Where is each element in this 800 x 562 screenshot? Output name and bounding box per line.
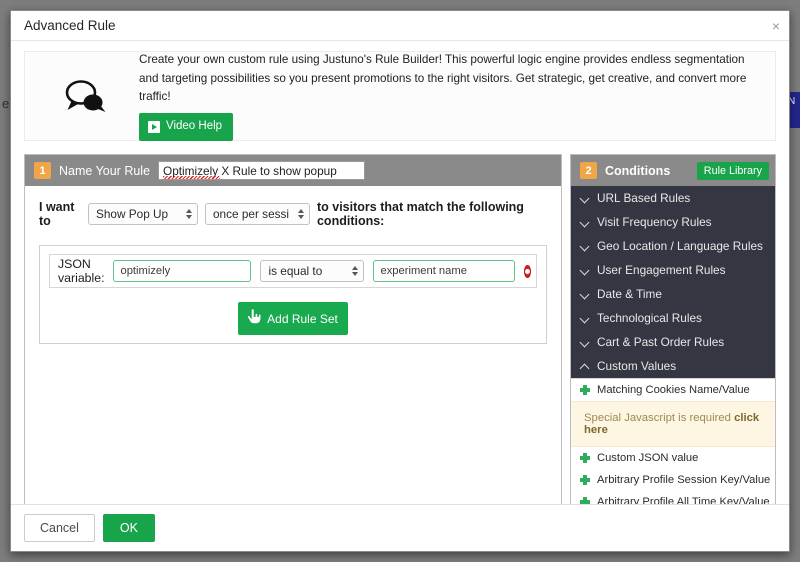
rule-library-button[interactable]: Rule Library (697, 162, 769, 180)
chevron-down-icon (581, 338, 590, 347)
custom-value-profile-session[interactable]: Arbitrary Profile Session Key/Value (571, 469, 775, 491)
intro-text-block: Create your own custom rule using Justun… (125, 51, 755, 140)
rule-row: JSON variable: is equal to (49, 254, 537, 288)
operator-select-wrapper: is equal to (260, 260, 364, 282)
rule-name-input[interactable] (158, 161, 365, 180)
add-rule-set-label: Add Rule Set (267, 312, 338, 326)
chat-bubbles-icon (45, 79, 125, 113)
advanced-rule-dialog: Advanced Rule × Create your own custom r… (10, 10, 790, 552)
custom-value-matching-cookies[interactable]: Matching Cookies Name/Value (571, 379, 775, 401)
rule-set-container: JSON variable: is equal to (39, 245, 547, 344)
conditions-group-user-engagement-rules[interactable]: User Engagement Rules (571, 258, 775, 282)
conditions-group-cart-past-order-rules[interactable]: Cart & Past Order Rules (571, 330, 775, 354)
conditions-group-custom-values[interactable]: Custom Values (571, 354, 775, 378)
operator-select[interactable]: is equal to (260, 260, 364, 282)
background-left-text: e (2, 96, 9, 111)
pointing-hand-icon (244, 307, 264, 330)
intro-paragraph: Create your own custom rule using Justun… (139, 51, 755, 105)
action-row-suffix: to visitors that match the following con… (317, 200, 547, 228)
video-help-button[interactable]: Video Help (139, 113, 233, 141)
plus-icon (580, 385, 590, 395)
conditions-group-url-based-rules[interactable]: URL Based Rules (571, 186, 775, 210)
video-help-label: Video Help (166, 118, 222, 136)
conditions-group-label: Cart & Past Order Rules (597, 335, 724, 349)
chevron-down-icon (581, 314, 590, 323)
step-one-label: Name Your Rule (59, 164, 150, 178)
step-one-header: 1 Name Your Rule (25, 155, 561, 186)
action-select-wrapper: Show Pop Up (88, 203, 198, 225)
conditions-group-label: Visit Frequency Rules (597, 215, 712, 229)
dialog-header: Advanced Rule × (11, 11, 789, 41)
custom-value-label: Custom JSON value (597, 452, 698, 464)
custom-value-label: Arbitrary Profile All Time Key/Value (597, 496, 770, 504)
dialog-body: Create your own custom rule using Justun… (11, 41, 789, 504)
rule-definition-panel: 1 Name Your Rule I want to Show Pop Up (24, 154, 562, 504)
chevron-down-icon (581, 266, 590, 275)
chevron-down-icon (581, 290, 590, 299)
rule-builder: 1 Name Your Rule I want to Show Pop Up (24, 154, 776, 504)
add-rule-set-wrapper: Add Rule Set (49, 302, 537, 335)
conditions-group-date-time[interactable]: Date & Time (571, 282, 775, 306)
ok-button[interactable]: OK (103, 514, 155, 542)
action-select[interactable]: Show Pop Up (88, 203, 198, 225)
plus-icon (580, 453, 590, 463)
conditions-title: Conditions (605, 164, 670, 178)
plus-icon (580, 497, 590, 504)
add-rule-set-button[interactable]: Add Rule Set (238, 302, 348, 335)
conditions-group-technological-rules[interactable]: Technological Rules (571, 306, 775, 330)
step-two-badge: 2 (580, 162, 597, 179)
frequency-select[interactable]: once per session (205, 203, 310, 225)
rule-row-label: JSON variable: (58, 257, 104, 285)
conditions-panel: 2 Conditions Rule Library URL Based Rule… (570, 154, 776, 504)
close-icon[interactable]: × (772, 19, 780, 33)
page-title: Advanced Rule (24, 18, 116, 33)
step-one-badge: 1 (34, 162, 51, 179)
intro-panel: Create your own custom rule using Justun… (24, 51, 776, 141)
rule-definition-content: I want to Show Pop Up once per session (25, 186, 561, 504)
javascript-required-note: Special Javascript is required click her… (571, 401, 775, 447)
custom-value-label: Arbitrary Profile Session Key/Value (597, 474, 770, 486)
conditions-group-label: Geo Location / Language Rules (597, 239, 763, 253)
custom-value-label: Matching Cookies Name/Value (597, 384, 750, 396)
play-icon (148, 121, 160, 133)
custom-value-custom-json[interactable]: Custom JSON value (571, 447, 775, 469)
delete-circle-icon[interactable] (524, 265, 531, 278)
chevron-down-icon (581, 218, 590, 227)
conditions-group-list: URL Based Rules Visit Frequency Rules Ge… (571, 186, 775, 504)
chevron-down-icon (581, 242, 590, 251)
custom-values-subpanel: Matching Cookies Name/Value Special Java… (571, 378, 775, 504)
conditions-group-visit-frequency-rules[interactable]: Visit Frequency Rules (571, 210, 775, 234)
frequency-select-wrapper: once per session (205, 203, 310, 225)
json-variable-input[interactable] (113, 260, 251, 282)
cancel-button[interactable]: Cancel (24, 514, 95, 542)
conditions-group-label: Custom Values (597, 359, 676, 373)
conditions-group-geo-location-language-rules[interactable]: Geo Location / Language Rules (571, 234, 775, 258)
conditions-header: 2 Conditions Rule Library (571, 155, 775, 186)
json-value-input[interactable] (373, 260, 515, 282)
plus-icon (580, 475, 590, 485)
javascript-required-text: Special Javascript is required (584, 412, 734, 424)
action-row: I want to Show Pop Up once per session (39, 200, 547, 228)
conditions-group-label: User Engagement Rules (597, 263, 726, 277)
chevron-up-icon (581, 362, 590, 371)
rule-name-wrapper (158, 161, 365, 180)
dialog-footer: Cancel OK (11, 504, 789, 551)
conditions-group-label: URL Based Rules (597, 191, 690, 205)
conditions-group-label: Technological Rules (597, 311, 702, 325)
action-row-prefix: I want to (39, 200, 81, 228)
custom-value-profile-all-time[interactable]: Arbitrary Profile All Time Key/Value (571, 491, 775, 504)
conditions-group-label: Date & Time (597, 287, 662, 301)
chevron-down-icon (581, 194, 590, 203)
